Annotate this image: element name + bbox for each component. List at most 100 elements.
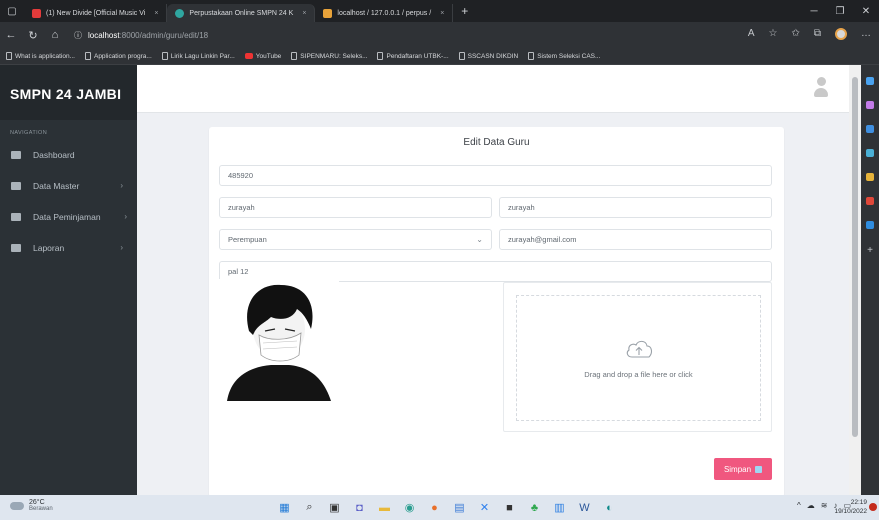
app-icon[interactable]: ♣ <box>526 499 543 516</box>
url-path: :8000/admin/guru/edit/18 <box>119 30 209 40</box>
store-icon[interactable]: ▥ <box>551 499 568 516</box>
maximize-icon[interactable]: ❐ <box>827 6 853 17</box>
profile-avatar[interactable] <box>835 28 847 40</box>
drop-icon[interactable] <box>866 221 874 229</box>
more-icon[interactable]: … <box>861 28 871 40</box>
page-scrollbar[interactable] <box>849 65 861 495</box>
sidebar-item-data-peminjaman[interactable]: Data Peminjaman › <box>0 204 137 229</box>
new-tab-button[interactable]: + <box>453 4 476 18</box>
phpmyadmin-icon <box>323 8 333 18</box>
bookmark-item[interactable]: Lirik Lagu Linkin Par... <box>161 52 235 60</box>
browser-toolbar: A ☆ ✩ ⧉ … <box>748 28 871 40</box>
sidebar-item-label: Laporan <box>33 242 65 253</box>
info-icon: ⓘ <box>74 30 82 40</box>
close-window-icon[interactable]: ✕ <box>853 6 879 17</box>
sidebar-item-label: Data Master <box>33 180 80 191</box>
favorites-icon[interactable]: ✩ <box>791 28 799 40</box>
tools-icon[interactable] <box>866 125 874 133</box>
wifi-icon[interactable]: ≋ <box>821 501 828 510</box>
gender-select[interactable]: Perempuan ⌄ <box>219 229 492 250</box>
chevron-up-icon[interactable]: ^ <box>797 501 801 510</box>
page-icon <box>458 52 465 60</box>
chat-icon[interactable]: ◘ <box>351 499 368 516</box>
page-icon <box>377 52 384 60</box>
cloud-icon[interactable]: ☁ <box>807 501 815 510</box>
app-icon[interactable]: ▤ <box>451 499 468 516</box>
back-icon[interactable]: ← <box>0 29 22 41</box>
firefox-icon[interactable]: ● <box>426 499 443 516</box>
clock[interactable]: 22:19 19/10/2022 <box>834 498 867 516</box>
app-brand[interactable]: SMPN 24 JAMBI <box>0 65 137 120</box>
dropzone[interactable]: Drag and drop a file here or click <box>516 295 761 421</box>
nip-input[interactable]: 485920 <box>219 165 772 186</box>
cloud-icon <box>10 501 24 510</box>
scrollbar-thumb[interactable] <box>852 77 858 437</box>
tab-close-icon[interactable]: × <box>302 10 306 17</box>
weather-widget[interactable]: 26°C Berawan <box>10 499 53 512</box>
search-icon[interactable] <box>866 77 874 85</box>
bookmark-item[interactable]: Sistem Seleksi CAS... <box>528 52 600 60</box>
collections-icon[interactable]: ⧉ <box>814 28 821 40</box>
window-controls: ─ ❐ ✕ <box>801 0 879 22</box>
tab-actions-icon[interactable]: ▢ <box>0 0 24 22</box>
dashboard-icon <box>11 150 21 159</box>
bookmarks-bar: What is application... Application progr… <box>0 48 879 65</box>
read-aloud-icon[interactable]: A <box>748 28 755 40</box>
nav-section-label: NAVIGATION <box>10 130 48 136</box>
card-icon <box>11 212 21 221</box>
table-icon <box>11 181 21 190</box>
nama-input[interactable]: zurayah <box>219 197 492 218</box>
notification-badge[interactable] <box>869 503 877 511</box>
username-input[interactable]: zurayah <box>499 197 772 218</box>
save-button[interactable]: Simpan <box>714 458 772 480</box>
sidebar-item-data-master[interactable]: Data Master › <box>0 173 137 198</box>
app-sidebar: SMPN 24 JAMBI NAVIGATION Dashboard Data … <box>0 65 137 495</box>
shopping-icon[interactable] <box>866 101 874 109</box>
browser-tab[interactable]: (1) New Divide [Official Music Vi × <box>24 4 168 22</box>
youtube-icon <box>244 53 253 59</box>
windows-start-icon[interactable]: ▦ <box>276 499 293 516</box>
games-icon[interactable] <box>866 149 874 157</box>
chrome-icon[interactable]: ◉ <box>401 499 418 516</box>
bookmark-item[interactable]: What is application... <box>6 52 75 60</box>
vscode-icon[interactable]: ✕ <box>476 499 493 516</box>
file-explorer-icon[interactable]: ▬ <box>376 499 393 516</box>
app-topbar <box>137 65 849 113</box>
home-icon[interactable]: ⌂ <box>44 29 66 41</box>
refresh-icon[interactable]: ↻ <box>22 29 44 42</box>
site-favicon-icon <box>175 8 185 18</box>
bookmark-item[interactable]: SIPENMARU: Seleks... <box>291 52 367 60</box>
sidebar-item-dashboard[interactable]: Dashboard <box>0 142 137 167</box>
main-content: Edit Data Guru 485920 zurayah zurayah Pe… <box>137 113 849 497</box>
add-icon[interactable]: + <box>867 245 873 256</box>
tab-label: localhost / 127.0.0.1 / perpus / <box>337 9 432 17</box>
favorite-icon[interactable]: ☆ <box>769 28 778 40</box>
outlook-icon[interactable] <box>866 197 874 205</box>
bookmark-item[interactable]: SSCASN DIKDIN <box>458 52 518 60</box>
task-view-icon[interactable]: ▣ <box>326 499 343 516</box>
bookmark-item[interactable]: Application progra... <box>84 52 152 60</box>
edge-icon[interactable]: ◐ <box>601 499 618 516</box>
page-icon <box>528 52 535 60</box>
address-bar: ← ↻ ⌂ ⓘ localhost:8000/admin/guru/edit/1… <box>0 22 879 48</box>
word-icon[interactable]: W <box>576 499 593 516</box>
search-icon[interactable]: ⌕ <box>301 499 318 516</box>
clock-date: 19/10/2022 <box>834 508 867 515</box>
url-field[interactable]: ⓘ localhost:8000/admin/guru/edit/18 <box>74 30 208 41</box>
terminal-icon[interactable]: ■ <box>501 499 518 516</box>
gender-select-value: Perempuan <box>228 235 267 244</box>
bookmark-item[interactable]: YouTube <box>244 53 281 60</box>
teacher-photo <box>219 279 339 401</box>
user-avatar-icon[interactable] <box>813 77 829 99</box>
browser-tab-bar: ▢ (1) New Divide [Official Music Vi × Pe… <box>0 0 879 22</box>
sidebar-item-laporan[interactable]: Laporan › <box>0 235 137 260</box>
office-icon[interactable] <box>866 173 874 181</box>
email-input[interactable]: zurayah@gmail.com <box>499 229 772 250</box>
portrait-illustration <box>219 279 339 401</box>
bookmark-item[interactable]: Pendaftaran UTBK-... <box>377 52 449 60</box>
browser-tab-active[interactable]: Perpustakaan Online SMPN 24 K × <box>167 4 316 22</box>
minimize-icon[interactable]: ─ <box>801 6 827 17</box>
browser-tab[interactable]: localhost / 127.0.0.1 / perpus / × <box>315 4 454 22</box>
tab-close-icon[interactable]: × <box>440 10 444 17</box>
tab-close-icon[interactable]: × <box>154 10 158 17</box>
